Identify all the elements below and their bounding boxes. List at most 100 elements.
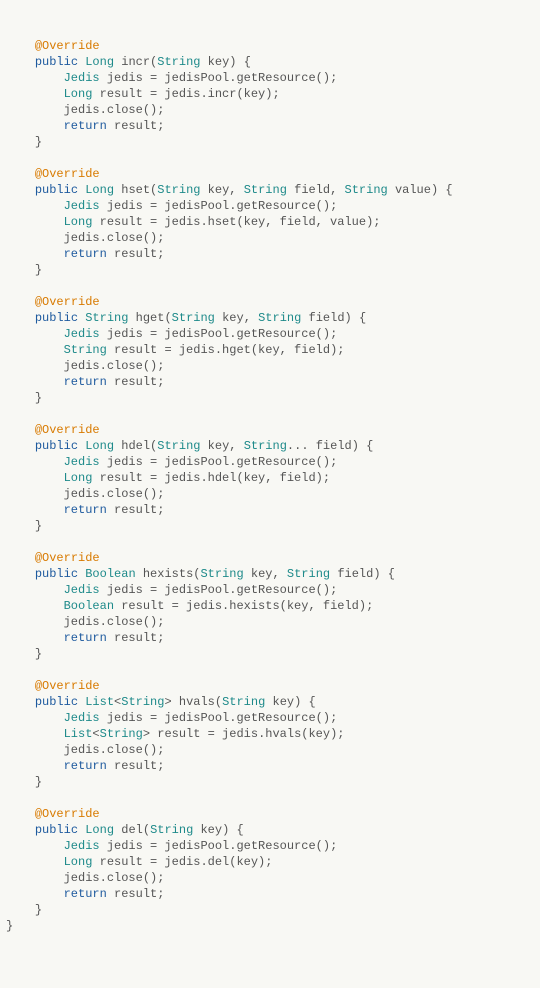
stmt: jedis = jedisPool.getResource();: [100, 711, 338, 725]
annotation: @Override: [35, 551, 100, 565]
param: key) {: [200, 55, 250, 69]
param: ... field) {: [287, 439, 373, 453]
kw-public: public: [35, 823, 78, 837]
stmt: jedis = jedisPool.getResource();: [100, 71, 338, 85]
brace: }: [35, 519, 42, 533]
type-long: Long: [64, 471, 93, 485]
kw-public: public: [35, 183, 78, 197]
type-string: String: [157, 55, 200, 69]
param: key,: [215, 311, 258, 325]
param: field) {: [330, 567, 395, 581]
annotation: @Override: [35, 39, 100, 53]
brace: }: [35, 391, 42, 405]
kw-return: return: [64, 247, 107, 261]
stmt: result;: [107, 631, 165, 645]
brace: }: [35, 135, 42, 149]
code-block: @Override public Long incr(String key) {…: [6, 38, 534, 934]
method-sig: > hvals(: [164, 695, 222, 709]
param: key) {: [193, 823, 243, 837]
brace: }: [35, 647, 42, 661]
type-jedis: Jedis: [64, 327, 100, 341]
type-string: String: [222, 695, 265, 709]
kw-return: return: [64, 503, 107, 517]
stmt: jedis.close();: [64, 743, 165, 757]
stmt: jedis.close();: [64, 359, 165, 373]
method-sig: incr(: [114, 55, 157, 69]
stmt: result;: [107, 375, 165, 389]
kw-return: return: [64, 759, 107, 773]
stmt: jedis = jedisPool.getResource();: [100, 455, 338, 469]
method-sig: hget(: [128, 311, 171, 325]
stmt: result = jedis.incr(key);: [92, 87, 279, 101]
type-boolean: Boolean: [85, 567, 135, 581]
type-string: String: [121, 695, 164, 709]
annotation: @Override: [35, 807, 100, 821]
type-jedis: Jedis: [64, 455, 100, 469]
type-jedis: Jedis: [64, 71, 100, 85]
stmt: result = jedis.hdel(key, field);: [92, 471, 330, 485]
kw-return: return: [64, 119, 107, 133]
annotation: @Override: [35, 295, 100, 309]
kw-public: public: [35, 311, 78, 325]
type-string: String: [85, 311, 128, 325]
stmt: result;: [107, 887, 165, 901]
stmt: result;: [107, 759, 165, 773]
stmt: result = jedis.del(key);: [92, 855, 272, 869]
type-jedis: Jedis: [64, 839, 100, 853]
kw-public: public: [35, 55, 78, 69]
type-string: String: [64, 343, 107, 357]
stmt: jedis.close();: [64, 871, 165, 885]
method-sig: hset(: [114, 183, 157, 197]
method-sig: hdel(: [114, 439, 157, 453]
class-brace: }: [6, 919, 13, 933]
type-string: String: [258, 311, 301, 325]
stmt: jedis = jedisPool.getResource();: [100, 583, 338, 597]
kw-public: public: [35, 439, 78, 453]
kw-public: public: [35, 695, 78, 709]
type-jedis: Jedis: [64, 199, 100, 213]
param: key,: [200, 439, 243, 453]
type-long: Long: [85, 55, 114, 69]
method-sig: hexists(: [136, 567, 201, 581]
brace: }: [35, 903, 42, 917]
type-list: List: [64, 727, 93, 741]
stmt: result;: [107, 247, 165, 261]
stmt: result = jedis.hget(key, field);: [107, 343, 345, 357]
param: field) {: [301, 311, 366, 325]
param: key) {: [265, 695, 315, 709]
param: key,: [244, 567, 287, 581]
stmt: jedis = jedisPool.getResource();: [100, 199, 338, 213]
type-boolean: Boolean: [64, 599, 114, 613]
type-string: String: [150, 823, 193, 837]
type-string: String: [157, 183, 200, 197]
type-long: Long: [85, 183, 114, 197]
annotation: @Override: [35, 423, 100, 437]
stmt: jedis = jedisPool.getResource();: [100, 839, 338, 853]
stmt: jedis.close();: [64, 231, 165, 245]
stmt: > result = jedis.hvals(key);: [143, 727, 345, 741]
type-long: Long: [64, 87, 93, 101]
stmt: result;: [107, 503, 165, 517]
type-list: List: [85, 695, 114, 709]
type-string: String: [100, 727, 143, 741]
stmt: jedis.close();: [64, 103, 165, 117]
type-jedis: Jedis: [64, 583, 100, 597]
kw-return: return: [64, 375, 107, 389]
kw-return: return: [64, 887, 107, 901]
type-string: String: [157, 439, 200, 453]
stmt: result = jedis.hset(key, field, value);: [92, 215, 380, 229]
type-string: String: [244, 183, 287, 197]
stmt: jedis = jedisPool.getResource();: [100, 327, 338, 341]
type-jedis: Jedis: [64, 711, 100, 725]
stmt: jedis.close();: [64, 487, 165, 501]
type-long: Long: [64, 855, 93, 869]
annotation: @Override: [35, 679, 100, 693]
type-long: Long: [85, 439, 114, 453]
stmt: jedis.close();: [64, 615, 165, 629]
method-sig: del(: [114, 823, 150, 837]
kw-public: public: [35, 567, 78, 581]
brace: }: [35, 263, 42, 277]
kw-return: return: [64, 631, 107, 645]
generic: <: [92, 727, 99, 741]
stmt: result;: [107, 119, 165, 133]
